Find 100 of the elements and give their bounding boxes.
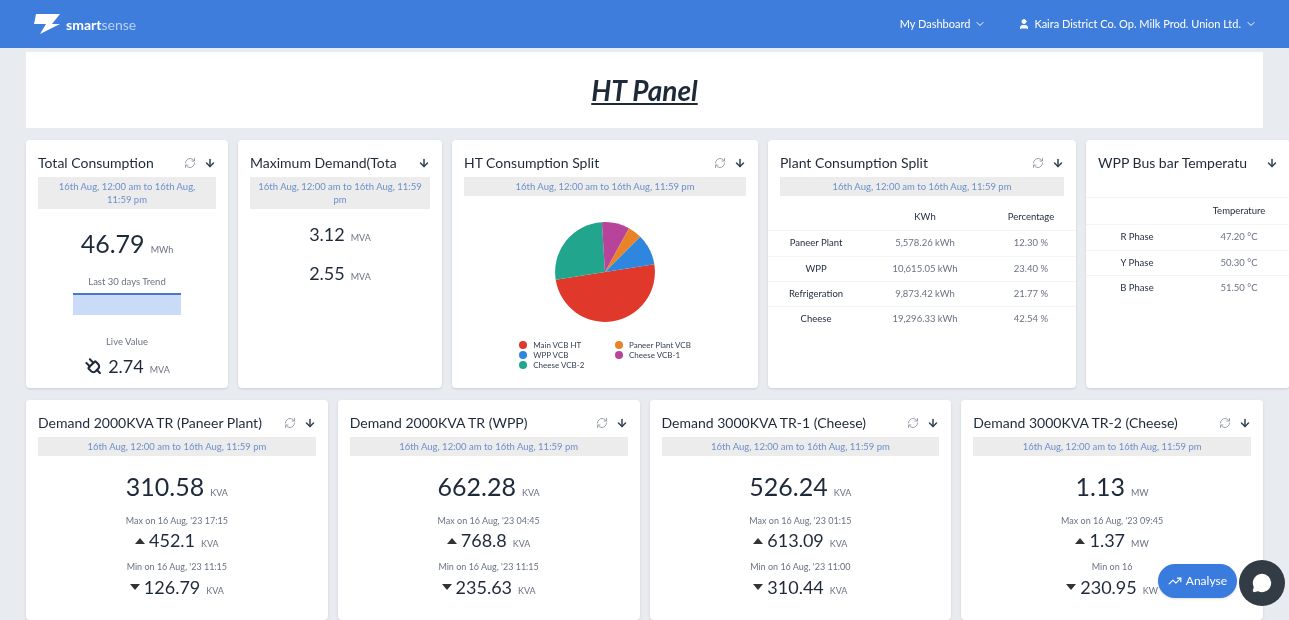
table-cell: Refrigeration [768, 280, 864, 306]
table-cell: 21.77 % [986, 280, 1076, 306]
user-icon [1018, 18, 1031, 30]
chat-button[interactable] [1239, 560, 1285, 606]
metric-value: 310.58 [125, 470, 205, 503]
card-title: Demand 3000KVA TR-1 (Cheese) [661, 413, 866, 433]
metric-unit: MWh [150, 243, 174, 257]
metric-unit: KVA [833, 486, 852, 500]
download-icon[interactable] [927, 416, 940, 429]
download-icon[interactable] [1239, 416, 1251, 429]
card-title: Demand 3000KVA TR-2 (Cheese) [973, 413, 1178, 433]
refresh-icon[interactable] [907, 416, 920, 429]
caret-down-icon [441, 584, 452, 590]
column-header: Temperature [1211, 204, 1267, 218]
metric-value: 46.79 [80, 227, 145, 260]
caret-up-icon [1075, 537, 1086, 544]
max-label: Max on 16 Aug, '23 09:45 [1061, 513, 1164, 527]
card-title: Plant Consumption Split [780, 153, 928, 173]
metric-value: 235.63 [455, 574, 512, 600]
table-cell: 5,578.26 kWh [864, 230, 986, 256]
metric-value: 768.8 [460, 528, 507, 553]
download-icon[interactable] [418, 156, 430, 169]
max-label: Max on 16 Aug, '23 04:45 [437, 513, 540, 527]
logo-icon [32, 12, 62, 36]
download-icon[interactable] [734, 156, 746, 169]
caret-up-icon [135, 537, 146, 544]
max-label: Max on 16 Aug, '23 01:15 [749, 513, 852, 527]
metric-unit: KVA [522, 486, 540, 500]
date-range: 16th Aug, 12:00 am to 16th Aug, 11:59 pm [973, 437, 1251, 456]
metric-unit: KVA [210, 486, 228, 500]
table-cell: 9,873.42 kWh [864, 280, 986, 306]
metric-unit: MVA [350, 270, 371, 284]
table-cell: 51.50 °C [1188, 274, 1289, 300]
table-cell: 23.40 % [986, 255, 1076, 281]
live-label: Live Value [105, 334, 148, 349]
refresh-icon[interactable] [283, 416, 296, 429]
date-range: 16th Aug, 12:00 am to 16th Aug, 11:59 pm [250, 177, 430, 209]
refresh-icon[interactable] [714, 156, 726, 169]
refresh-icon[interactable] [595, 416, 608, 429]
card-title: Total Consumption [38, 153, 154, 173]
download-icon[interactable] [615, 416, 628, 429]
min-label: Min on 16 Aug, '23 11:15 [438, 560, 539, 574]
card-title: Maximum Demand(Tota [250, 153, 397, 173]
legend-label: Cheese VCB-2 [533, 360, 585, 370]
metric-unit: MVA [149, 363, 170, 377]
table-cell: WPP [768, 255, 864, 281]
download-icon[interactable] [1266, 156, 1278, 169]
min-label: Min on 16 Aug, '23 11:15 [126, 560, 228, 574]
metric-value: 310.44 [767, 574, 824, 600]
metric-unit: KVA [201, 537, 219, 551]
min-label: Min on 16 Aug, '23 11:00 [750, 560, 851, 574]
table-cell: 42.54 % [986, 306, 1076, 332]
download-icon[interactable] [204, 156, 216, 169]
metric-value: 230.95 [1080, 574, 1137, 600]
caret-down-icon [753, 584, 764, 590]
date-range: 16th Aug, 12:00 am to 16th Aug, 11:59 pm [661, 437, 940, 456]
metric-unit: KVA [206, 583, 224, 597]
metric-value: 613.09 [767, 528, 824, 553]
caret-down-icon [129, 584, 140, 590]
metric-value: 662.28 [437, 470, 516, 503]
card-title: Demand 2000KVA TR (WPP) [349, 413, 528, 433]
metric-value: 1.37 [1089, 528, 1126, 553]
legend-label: WPP VCB [533, 350, 569, 360]
metric-unit: KW [1142, 583, 1158, 597]
metric-value: 2.55 [309, 261, 345, 286]
date-range: 16th Aug, 12:00 am to 16th Aug, 11:59 pm [38, 437, 316, 456]
table-cell: 47.20 °C [1188, 224, 1289, 250]
analyse-button[interactable]: Analyse [1157, 564, 1237, 598]
caret-up-icon [753, 537, 764, 544]
dashboard-menu[interactable]: My Dashboard [899, 15, 987, 33]
metric-unit: KVA [829, 583, 848, 597]
download-icon[interactable] [1052, 156, 1064, 169]
account-menu[interactable]: Kaira District Co. Op. Milk Prod. Union Ltd. [1018, 15, 1257, 33]
table-cell: 50.30 °C [1188, 249, 1289, 275]
table-cell: 10,615.05 kWh [864, 255, 986, 281]
logo-text: smartsense [66, 14, 137, 35]
caret-down-icon [1066, 584, 1077, 590]
card-title: Demand 2000KVA TR (Paneer Plant) [38, 413, 262, 433]
metric-value: 1.13 [1075, 470, 1125, 503]
card-title: WPP Bus bar Temperatu [1098, 153, 1247, 173]
metric-value: 3.12 [309, 222, 345, 247]
chat-icon [1252, 573, 1272, 593]
max-label: Max on 16 Aug, '23 17:15 [125, 513, 228, 527]
download-icon[interactable] [303, 416, 316, 429]
page-title: HT Panel [591, 72, 698, 109]
refresh-icon[interactable] [1219, 416, 1231, 429]
column-header: Percentage [1006, 210, 1056, 224]
table-cell: 12.30 % [986, 230, 1076, 256]
metric-value: 526.24 [749, 470, 828, 503]
refresh-icon[interactable] [184, 156, 196, 169]
table-cell: R Phase [1086, 224, 1188, 250]
metric-value: 126.79 [143, 574, 201, 600]
column-header: KWh [913, 210, 937, 224]
table-cell: Cheese [768, 306, 864, 332]
trend-label: Last 30 days Trend [88, 274, 166, 289]
metric-value: 2.74 [108, 354, 144, 379]
metric-unit: MVA [350, 231, 371, 245]
refresh-icon[interactable] [1032, 156, 1044, 169]
date-range: 16th Aug, 12:00 am to 16th Aug, 11:59 pm [464, 177, 746, 196]
date-range: 16th Aug, 12:00 am to 16th Aug, 11:59 pm [349, 437, 628, 456]
